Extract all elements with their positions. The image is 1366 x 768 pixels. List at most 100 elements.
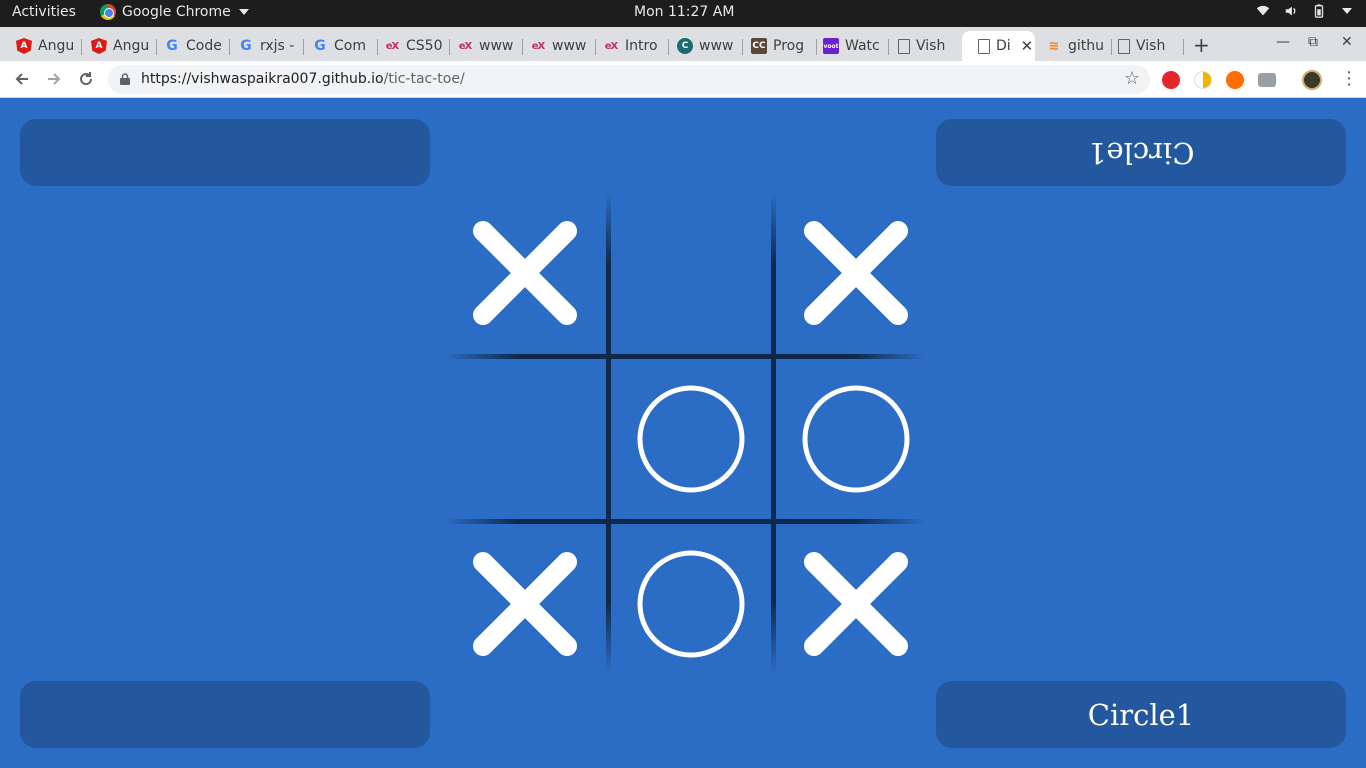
tab-label: www <box>699 38 734 54</box>
o-mark-icon: O <box>637 550 745 658</box>
board-cell[interactable]: O <box>611 524 771 684</box>
voot-icon: voot <box>823 38 839 54</box>
tab-label: Code <box>186 38 222 54</box>
browser-tab-active[interactable]: Di ✕ <box>962 31 1035 61</box>
browser-tab[interactable]: CC Prog <box>735 31 817 61</box>
document-icon <box>898 38 910 54</box>
board-cell[interactable]: O <box>611 359 771 519</box>
browser-tab[interactable]: G Com <box>296 31 378 61</box>
o-mark-icon: O <box>802 385 910 493</box>
browser-tab[interactable]: eX www <box>514 31 596 61</box>
browser-tab[interactable]: ≋ githu <box>1030 31 1112 61</box>
board-cell[interactable]: O <box>776 359 936 519</box>
restore-icon[interactable]: ⧉ <box>1308 34 1318 50</box>
tab-label: Angu <box>38 38 75 54</box>
browser-tab[interactable]: A Angu <box>0 31 82 61</box>
new-tab-button[interactable]: + <box>1193 33 1210 57</box>
tab-label: Angu <box>113 38 150 54</box>
google-icon: G <box>240 38 252 54</box>
tab-label: Prog <box>773 38 805 54</box>
bookmark-star-icon[interactable]: ☆ <box>1124 68 1140 89</box>
player-panel-bottom-right: Circle1 <box>936 681 1346 748</box>
player-panel-bottom-left <box>20 681 430 748</box>
tab-label: Com <box>334 38 366 54</box>
app-menu-label: Google Chrome <box>122 4 231 20</box>
tic-tac-toe-board: XXOOXOX <box>445 193 925 673</box>
reload-button[interactable] <box>74 67 98 91</box>
board-cell[interactable]: X <box>776 524 936 684</box>
tab-label: CS50 <box>406 38 443 54</box>
angular-icon: A <box>91 38 107 54</box>
browser-tab[interactable]: Vish <box>882 31 964 61</box>
flame-extension-icon[interactable] <box>1226 71 1244 89</box>
x-mark-icon: X <box>804 221 908 325</box>
o-mark-icon: O <box>637 385 745 493</box>
activities-button[interactable]: Activities <box>12 4 76 20</box>
volume-icon <box>1285 6 1296 16</box>
address-bar[interactable]: https://vishwaspaikra007.github.io/tic-t… <box>108 65 1150 94</box>
game-page: Circle1 Circle1 XXOOXOX <box>0 98 1366 768</box>
edx-icon: eX <box>604 40 619 52</box>
tab-strip: A Angu A Angu G Code G rxjs - G Com eX C… <box>0 27 1366 61</box>
x-mark-icon: X <box>804 552 908 656</box>
url-path: /tic-tac-toe/ <box>383 71 465 87</box>
browser-tab[interactable]: voot Watc <box>807 31 889 61</box>
board-cell[interactable]: X <box>776 193 936 353</box>
browser-tab[interactable]: G Code <box>148 31 230 61</box>
back-button[interactable] <box>10 67 34 91</box>
tab-label: Di <box>996 38 1011 54</box>
browser-tab[interactable]: G rxjs - <box>222 31 304 61</box>
battery-icon <box>1314 4 1324 18</box>
board-cell[interactable] <box>611 193 771 353</box>
close-window-icon[interactable]: ✕ <box>1341 34 1353 50</box>
player-panel-top-left <box>20 119 430 186</box>
player-name: Circle1 <box>1087 135 1195 170</box>
system-clock[interactable]: Mon 11:27 AM <box>634 4 734 20</box>
tab-label: githu <box>1068 38 1105 54</box>
codechef-icon: CC <box>751 38 767 54</box>
tab-label: www <box>479 38 514 54</box>
forward-button[interactable] <box>42 67 66 91</box>
browser-tab[interactable]: Vish <box>1102 31 1184 61</box>
tab-label: Watc <box>845 38 880 54</box>
browser-tab[interactable]: eX CS50 <box>368 31 450 61</box>
tab-label: Vish <box>916 38 946 54</box>
system-tray[interactable] <box>1256 4 1352 18</box>
minimize-icon[interactable]: — <box>1276 34 1290 50</box>
tab-label: www <box>552 38 587 54</box>
board-cell[interactable] <box>445 359 605 519</box>
player-panel-top-right: Circle1 <box>936 119 1346 186</box>
browser-tab[interactable]: C www <box>661 31 743 61</box>
chevron-down-icon <box>238 9 249 15</box>
player-name: Circle1 <box>1087 697 1195 732</box>
edx-icon: eX <box>531 40 546 52</box>
browser-tab[interactable]: eX www <box>441 31 523 61</box>
codecademy-icon: C <box>677 38 693 54</box>
chevron-down-icon <box>1342 8 1352 14</box>
speed-dial-icon[interactable] <box>1194 71 1212 89</box>
document-icon <box>978 38 990 54</box>
browser-tab[interactable]: eX Intro <box>587 31 669 61</box>
stackoverflow-icon: ≋ <box>1048 38 1060 54</box>
app-menu[interactable]: Google Chrome <box>100 4 249 20</box>
browser-tab[interactable]: A Angu <box>75 31 157 61</box>
url-host: https://vishwaspaikra007.github.io <box>141 71 384 87</box>
adblock-icon[interactable] <box>1162 71 1180 89</box>
more-menu-icon[interactable]: ⋮ <box>1340 68 1358 89</box>
edx-icon: eX <box>385 40 400 52</box>
reload-icon <box>80 72 93 86</box>
system-top-bar: Activities Google Chrome Mon 11:27 AM <box>0 0 1366 27</box>
avatar[interactable] <box>1302 70 1322 90</box>
x-mark-icon: X <box>473 552 577 656</box>
url-text: https://vishwaspaikra007.github.io/tic-t… <box>141 71 465 87</box>
browser-toolbar: https://vishwaspaikra007.github.io/tic-t… <box>0 61 1366 98</box>
camera-icon[interactable] <box>1258 73 1276 87</box>
board-cell[interactable]: X <box>445 193 605 353</box>
tab-label: Intro <box>625 38 658 54</box>
lock-icon <box>120 73 130 85</box>
arrow-left-icon <box>15 73 28 85</box>
x-mark-icon: X <box>473 221 577 325</box>
google-icon: G <box>314 38 326 54</box>
chrome-icon <box>100 4 116 20</box>
board-cell[interactable]: X <box>445 524 605 684</box>
